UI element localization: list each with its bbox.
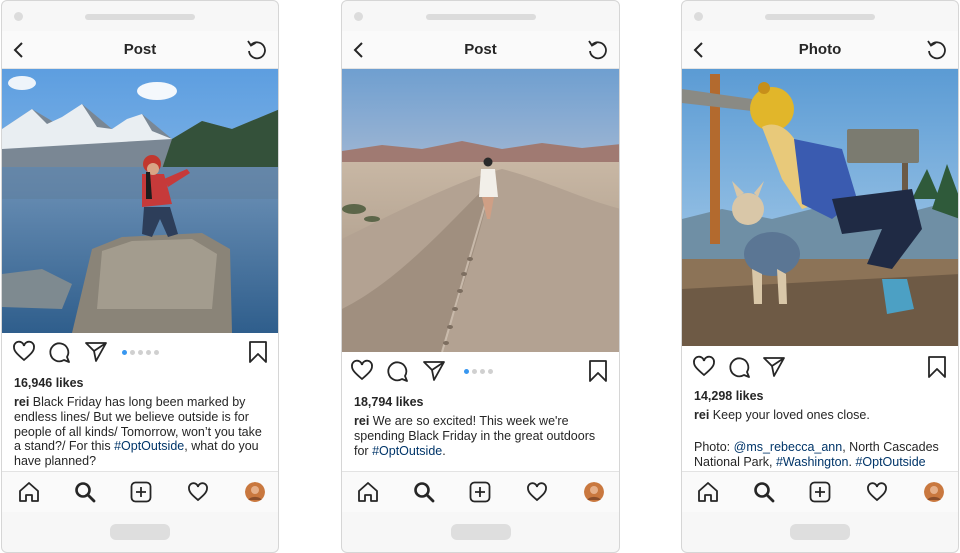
bookmark-icon[interactable]	[586, 359, 610, 383]
add-icon[interactable]	[809, 481, 831, 503]
page-title: Post	[464, 41, 497, 58]
phone-screen-2: Post 18,794 likes rei We are so excited!…	[342, 31, 619, 512]
likes-count[interactable]: 18,794 likes	[354, 395, 424, 409]
navbar: Photo	[682, 31, 958, 69]
home-button[interactable]	[790, 524, 850, 540]
comment-icon[interactable]	[728, 355, 752, 379]
carousel-dot-active	[122, 350, 127, 355]
phone-frame-3: Photo 14,298 likes rei Keep your loved o…	[681, 0, 959, 553]
carousel-dot	[146, 350, 151, 355]
heart-icon[interactable]	[692, 355, 716, 379]
carousel-indicator	[464, 369, 496, 375]
share-icon[interactable]	[762, 355, 786, 379]
likes-count[interactable]: 14,298 likes	[694, 389, 764, 403]
page-title: Post	[123, 41, 157, 58]
bookmark-icon[interactable]	[246, 340, 270, 364]
share-icon[interactable]	[84, 340, 108, 364]
caption-username[interactable]: rei	[354, 414, 369, 428]
search-icon[interactable]	[753, 481, 775, 503]
comment-icon[interactable]	[386, 359, 410, 383]
bottom-tab-bar	[682, 471, 958, 512]
carousel-dot	[138, 350, 143, 355]
activity-heart-icon[interactable]	[866, 481, 888, 503]
hashtag-link[interactable]: #OptOutside	[372, 444, 442, 458]
heart-icon[interactable]	[12, 340, 36, 364]
caption-text-end: .	[442, 443, 446, 458]
dunes-photo-image	[342, 69, 619, 352]
carousel-dot	[154, 350, 159, 355]
add-icon[interactable]	[130, 481, 152, 503]
profile-avatar[interactable]	[584, 482, 604, 502]
front-camera	[694, 12, 703, 21]
search-icon[interactable]	[413, 481, 435, 503]
bottom-tab-bar	[342, 471, 619, 512]
post-actions-bar	[2, 336, 278, 366]
speaker-grille	[85, 14, 195, 20]
carousel-dot	[480, 369, 485, 374]
profile-avatar[interactable]	[245, 482, 265, 502]
speaker-grille	[765, 14, 875, 20]
post-caption: rei Keep your loved ones close.	[694, 408, 948, 423]
page-title: Photo	[798, 41, 842, 58]
carousel-dot	[488, 369, 493, 374]
refresh-icon[interactable]	[586, 39, 610, 61]
phone-frame-2: Post 18,794 likes rei We are so excited!…	[341, 0, 620, 553]
home-icon[interactable]	[18, 481, 40, 503]
photo-credit: Photo: @ms_rebecca_ann, North Cascades N…	[694, 440, 948, 470]
comment-icon[interactable]	[48, 340, 72, 364]
refresh-icon[interactable]	[245, 39, 269, 61]
carousel-dot	[130, 350, 135, 355]
mention-link[interactable]: @ms_rebecca_ann	[734, 440, 843, 454]
search-icon[interactable]	[74, 481, 96, 503]
likes-count[interactable]: 16,946 likes	[14, 376, 84, 390]
credit-prefix: Photo:	[694, 440, 734, 454]
refresh-icon[interactable]	[925, 39, 949, 61]
bookmark-icon[interactable]	[925, 355, 949, 379]
share-icon[interactable]	[422, 359, 446, 383]
post-caption: rei Black Friday has long been marked by…	[14, 395, 268, 469]
bottom-tab-bar	[2, 471, 278, 512]
post-actions-bar	[342, 355, 619, 385]
post-photo[interactable]	[342, 69, 619, 352]
heart-icon[interactable]	[350, 359, 374, 383]
carousel-indicator	[122, 350, 162, 356]
post-actions-bar	[682, 351, 958, 381]
post-caption: rei We are so excited! This week we're s…	[354, 414, 609, 458]
hashtag-link[interactable]: #OptOutside	[114, 439, 184, 453]
home-button[interactable]	[110, 524, 170, 540]
navbar: Post	[342, 31, 619, 69]
carousel-dot	[472, 369, 477, 374]
home-icon[interactable]	[697, 481, 719, 503]
post-photo[interactable]	[682, 69, 958, 346]
speaker-grille	[425, 14, 536, 20]
activity-heart-icon[interactable]	[526, 481, 548, 503]
hiker-dog-photo-image	[682, 69, 958, 346]
lake-photo-image	[2, 69, 278, 333]
caption-username[interactable]: rei	[14, 395, 29, 409]
home-icon[interactable]	[357, 481, 379, 503]
phone-frame-1: Post 16,946 likes rei Black Friday has l…	[1, 0, 279, 553]
activity-heart-icon[interactable]	[187, 481, 209, 503]
front-camera	[354, 12, 363, 21]
profile-avatar[interactable]	[924, 482, 944, 502]
post-photo[interactable]	[2, 69, 278, 333]
hashtag-link[interactable]: #OptOutside	[855, 455, 925, 469]
phone-screen-1: Post 16,946 likes rei Black Friday has l…	[2, 31, 278, 512]
front-camera	[14, 12, 23, 21]
add-icon[interactable]	[469, 481, 491, 503]
carousel-dot-active	[464, 369, 469, 374]
home-button[interactable]	[450, 524, 511, 540]
navbar: Post	[2, 31, 278, 69]
phone-screen-3: Photo 14,298 likes rei Keep your loved o…	[682, 31, 958, 512]
hashtag-link[interactable]: #Washington	[776, 455, 849, 469]
caption-text: Keep your loved ones close.	[712, 408, 870, 422]
caption-username[interactable]: rei	[694, 408, 709, 422]
